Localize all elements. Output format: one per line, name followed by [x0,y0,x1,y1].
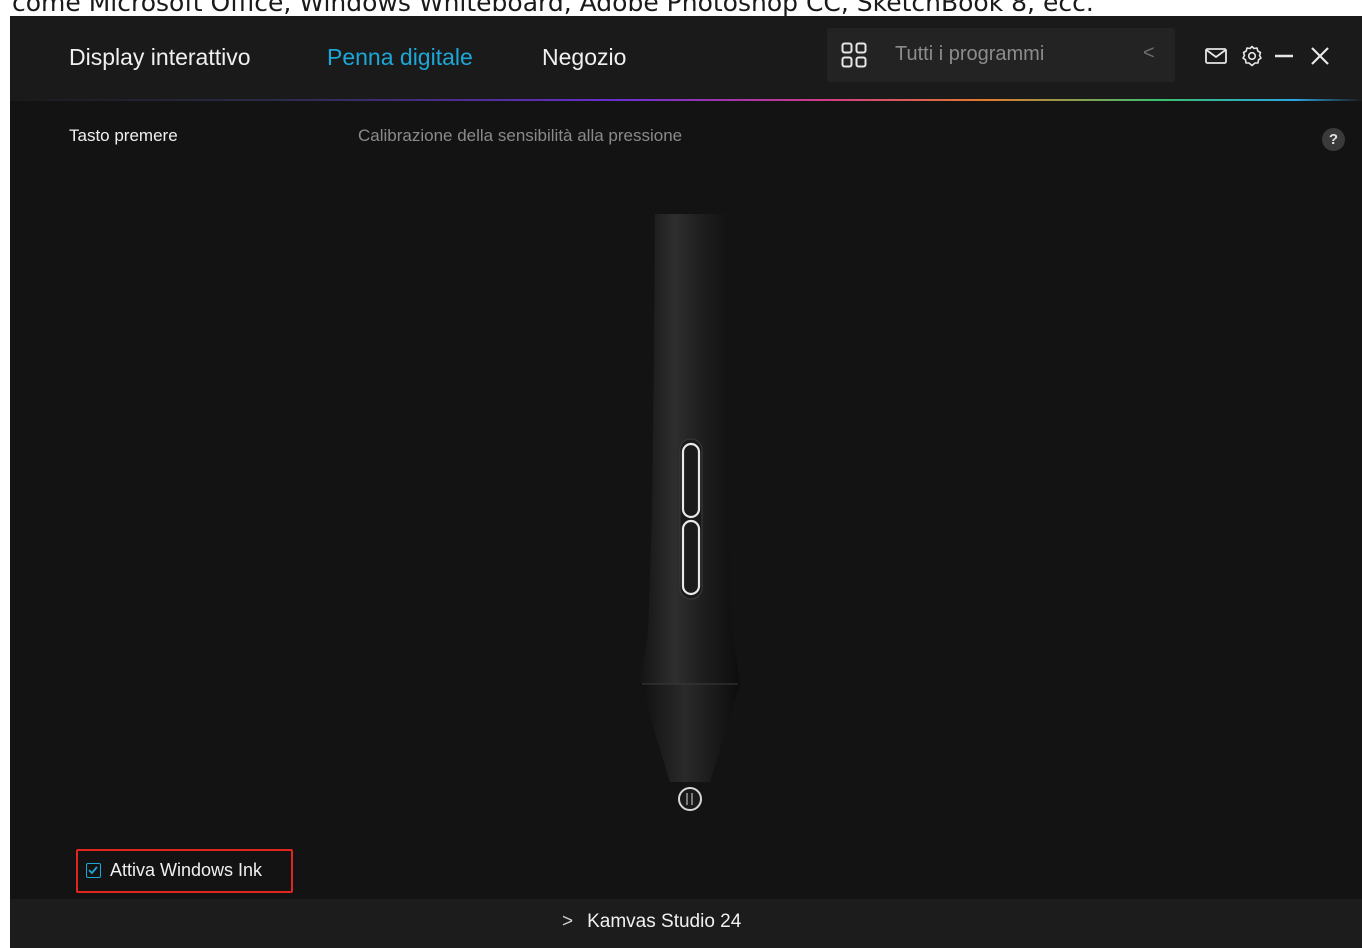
windows-ink-option[interactable]: Attiva Windows Ink [76,849,293,893]
device-bar[interactable]: > Kamvas Studio 24 [10,899,1362,948]
grid-icon [841,42,867,68]
pen-illustration [640,214,740,811]
minimize-icon[interactable] [1272,44,1296,68]
gear-icon[interactable] [1240,44,1264,68]
tab-calibrazione-pressione[interactable]: Calibrazione della sensibilità alla pres… [358,126,682,146]
windows-ink-label: Attiva Windows Ink [110,860,263,880]
program-selector[interactable]: Tutti i programmi < [827,28,1175,82]
close-icon[interactable] [1308,44,1332,68]
chevron-left-icon[interactable]: < [1143,42,1155,65]
mail-icon[interactable] [1204,44,1228,68]
tab-tasto-premere[interactable]: Tasto premere [69,126,178,146]
checkbox-checked-icon [88,866,98,875]
chevron-right-icon: > [562,911,574,932]
windows-ink-checkbox[interactable] [86,863,101,878]
help-icon[interactable]: ? [1322,128,1345,151]
top-navigation-bar: Display interattivo Penna digitale Negoz… [10,16,1362,100]
app-window: Display interattivo Penna digitale Negoz… [10,16,1362,948]
header-divider [10,99,1362,101]
tab-penna-digitale[interactable]: Penna digitale [327,40,473,74]
tab-negozio[interactable]: Negozio [542,40,626,74]
program-selector-text: Tutti i programmi [895,43,1045,65]
device-name: Kamvas Studio 24 [587,911,742,932]
tab-display-interattivo[interactable]: Display interattivo [69,40,251,74]
